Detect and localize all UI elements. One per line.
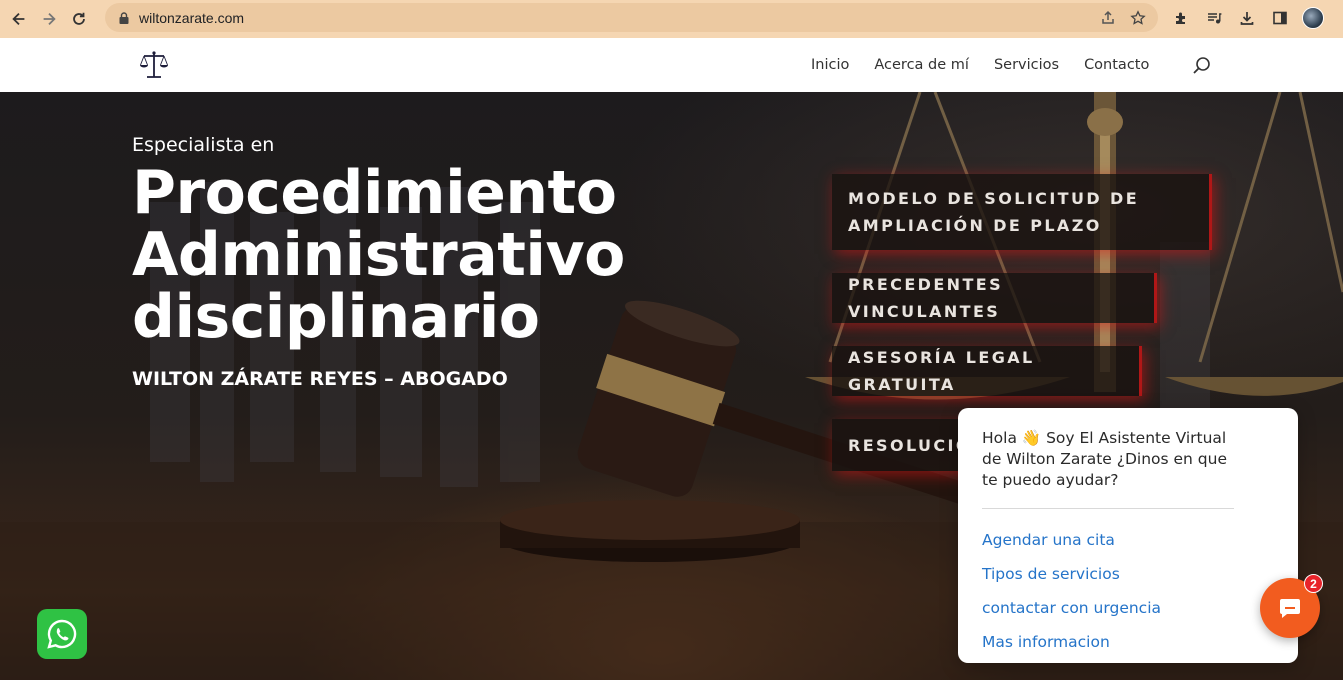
nav-link-inicio[interactable]: Inicio bbox=[811, 57, 849, 73]
chat-option-servicios[interactable]: Tipos de servicios bbox=[982, 557, 1274, 591]
cta-precedentes-button[interactable]: PRECEDENTES VINCULANTES bbox=[832, 273, 1157, 323]
cta-asesoria-button[interactable]: ASESORÍA LEGAL GRATUITA bbox=[832, 346, 1142, 396]
site-header: Inicio Acerca de mí Servicios Contacto bbox=[0, 38, 1343, 92]
main-nav: Inicio Acerca de mí Servicios Contacto bbox=[811, 38, 1174, 92]
media-icon[interactable] bbox=[1203, 7, 1225, 29]
profile-avatar[interactable] bbox=[1302, 7, 1324, 29]
address-bar[interactable]: wiltonzarate.com bbox=[105, 3, 1158, 32]
lock-icon[interactable] bbox=[117, 11, 131, 25]
chat-option-urgencia[interactable]: contactar con urgencia bbox=[982, 591, 1274, 625]
scales-logo-icon[interactable] bbox=[138, 50, 170, 80]
star-icon[interactable] bbox=[1130, 9, 1146, 26]
nav-link-servicios[interactable]: Servicios bbox=[994, 57, 1059, 73]
cta-modelo-solicitud-button[interactable]: MODELO DE SOLICITUD DE AMPLIACIÓN DE PLA… bbox=[832, 174, 1212, 250]
whatsapp-icon bbox=[47, 619, 77, 649]
cta-label: ASESORÍA LEGAL GRATUITA bbox=[848, 348, 1035, 394]
chat-greeting: Hola 👋 Soy El Asistente Virtual de Wilto… bbox=[982, 429, 1228, 489]
hero-text: Especialista en Procedimiento Administra… bbox=[132, 134, 692, 390]
chat-option-info[interactable]: Mas informacion bbox=[982, 625, 1274, 659]
nav-link-contacto[interactable]: Contacto bbox=[1084, 57, 1149, 73]
cta-label: MODELO DE SOLICITUD DE AMPLIACIÓN DE PLA… bbox=[848, 189, 1140, 235]
share-icon[interactable] bbox=[1100, 10, 1116, 26]
nav-link-acerca[interactable]: Acerca de mí bbox=[874, 57, 969, 73]
cta-label: PRECEDENTES VINCULANTES bbox=[848, 275, 1004, 321]
whatsapp-button[interactable] bbox=[37, 609, 87, 659]
hero-headline: Procedimiento Administrativo disciplinar… bbox=[132, 158, 625, 352]
chat-popup: Hola 👋 Soy El Asistente Virtual de Wilto… bbox=[958, 408, 1298, 663]
chat-option-agendar[interactable]: Agendar una cita bbox=[982, 523, 1274, 557]
chat-divider bbox=[982, 508, 1234, 509]
cta-label: RESOLUCIO bbox=[848, 435, 972, 455]
chat-unread-badge: 2 bbox=[1304, 574, 1323, 593]
download-icon[interactable] bbox=[1236, 7, 1258, 29]
sidebar-icon[interactable] bbox=[1269, 7, 1291, 29]
browser-toolbar: wiltonzarate.com bbox=[0, 0, 1343, 38]
back-icon[interactable] bbox=[4, 4, 34, 34]
url-text: wiltonzarate.com bbox=[139, 9, 245, 26]
chat-bubble-icon bbox=[1280, 599, 1300, 618]
hero-subline: WILTON ZÁRATE REYES – ABOGADO bbox=[132, 368, 508, 390]
search-icon[interactable] bbox=[1191, 55, 1213, 77]
reload-icon[interactable] bbox=[64, 4, 94, 34]
hero-kicker: Especialista en bbox=[132, 134, 275, 156]
forward-icon[interactable] bbox=[34, 4, 64, 34]
extensions-icon[interactable] bbox=[1170, 7, 1192, 29]
